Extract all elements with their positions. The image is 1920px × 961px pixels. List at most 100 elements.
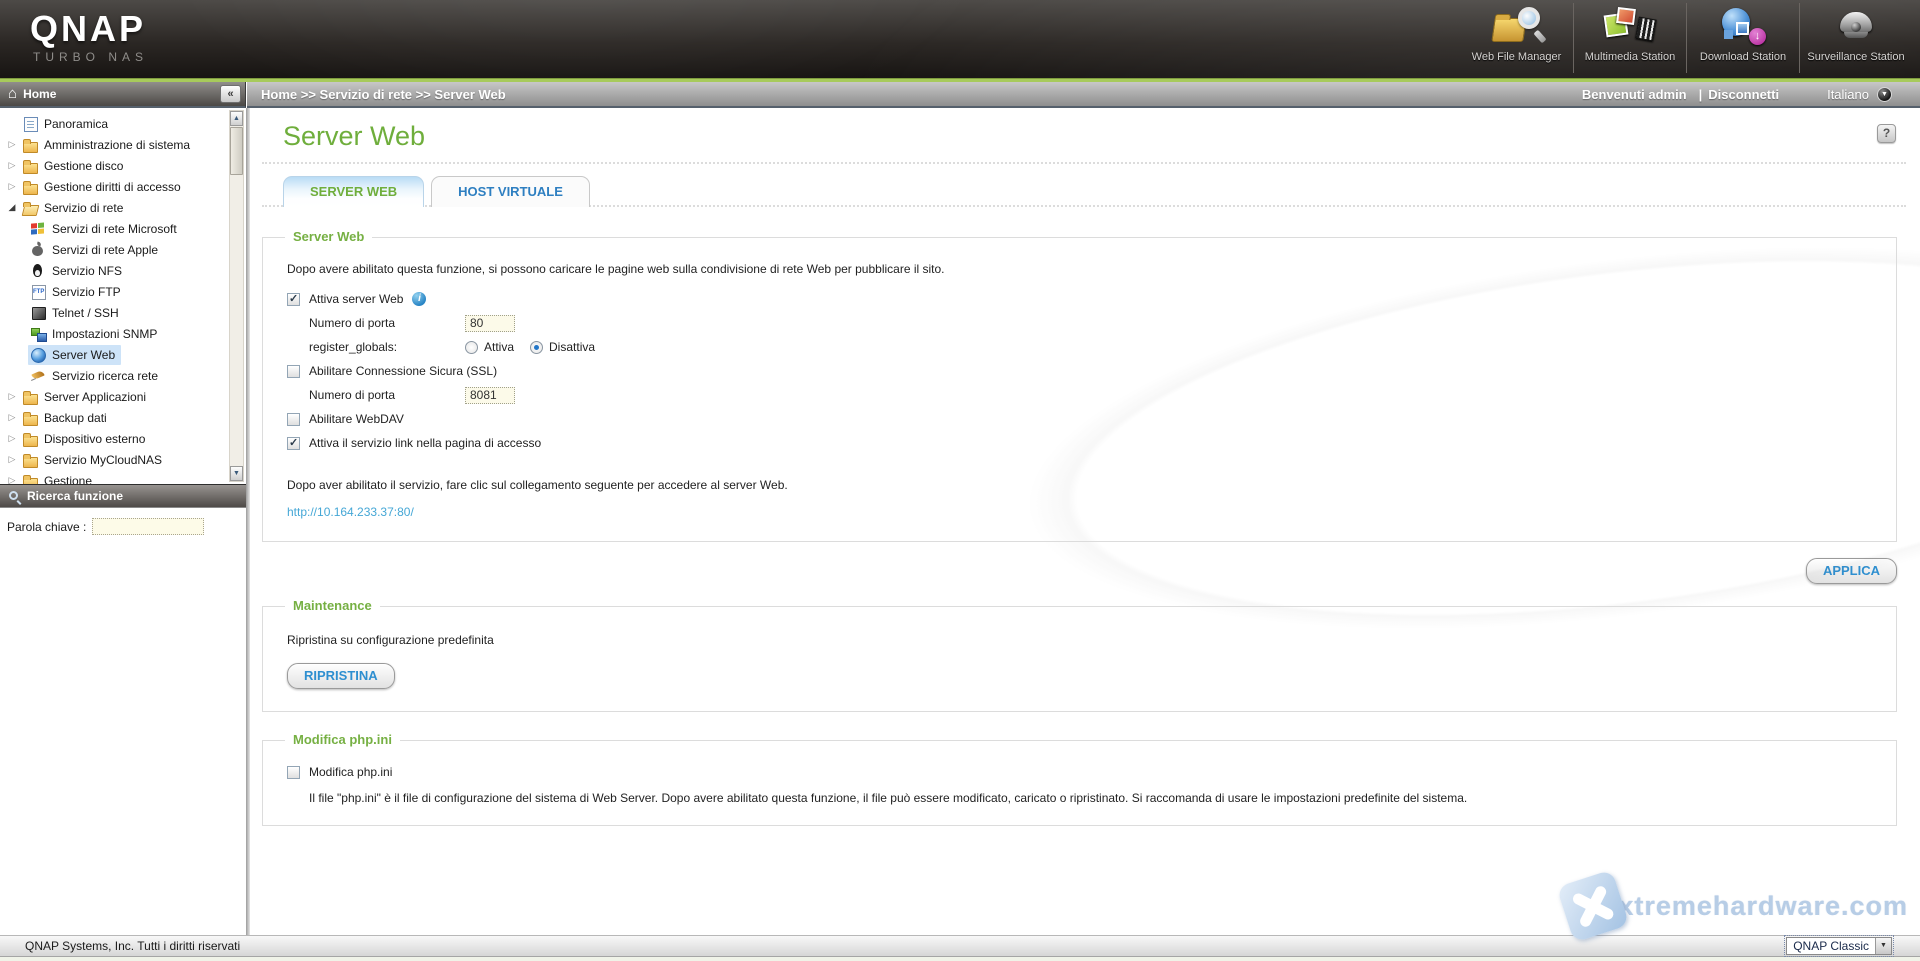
sidebar-item-label: Servizi di rete Microsoft — [52, 222, 177, 236]
tree-collapsed-arrow[interactable]: ▷ — [4, 160, 20, 171]
theme-select[interactable]: QNAP Classic ▼ — [1786, 937, 1892, 955]
apple-icon — [30, 242, 47, 258]
web-server-link[interactable]: http://10.164.233.37:80/ — [287, 505, 414, 519]
server-web-intro: Dopo avere abilitato questa funzione, si… — [287, 262, 1872, 276]
restore-button[interactable]: RIPRISTINA — [287, 663, 395, 689]
tree-collapsed-arrow[interactable]: ▷ — [4, 181, 20, 192]
tab-server-web[interactable]: SERVER WEB — [283, 176, 424, 207]
sidebar-item-impostazioni-snmp[interactable]: Impostazioni SNMP — [0, 323, 246, 344]
tab-bar: SERVER WEB HOST VIRTUALE — [262, 176, 1906, 207]
server-web-section: Server Web Dopo avere abilitato questa f… — [262, 237, 1897, 542]
sidebar-item-gestione[interactable]: ▷ Gestione — [0, 470, 246, 484]
multimedia-station-icon — [1601, 6, 1659, 50]
enable-login-link-label: Attiva il servizio link nella pagina di … — [309, 436, 541, 450]
enable-webdav-checkbox[interactable] — [287, 413, 300, 426]
sidebar-item-servizio-nfs[interactable]: Servizio NFS — [0, 260, 246, 281]
keyword-input[interactable] — [92, 518, 204, 535]
sidebar-item-label: Server Applicazioni — [44, 390, 146, 404]
surveillance-station-icon — [1827, 6, 1885, 50]
sidebar-item-server-applicazioni[interactable]: ▷ Server Applicazioni — [0, 386, 246, 407]
download-station-icon — [1714, 6, 1772, 50]
sidebar: Panoramica▷ Amministrazione di sistema▷ … — [0, 108, 246, 935]
tree-collapsed-arrow[interactable]: ▷ — [4, 475, 20, 484]
sidebar-item-server-web[interactable]: Server Web — [0, 344, 246, 365]
ssl-port-input[interactable] — [465, 387, 515, 404]
welcome-text: Benvenuti admin — [1582, 87, 1687, 102]
sidebar-item-dispositivo-esterno[interactable]: ▷ Dispositivo esterno — [0, 428, 246, 449]
info-icon[interactable] — [412, 292, 426, 306]
radio-attiva[interactable] — [465, 341, 478, 354]
sidebar-header-title: Home — [23, 87, 56, 101]
enable-login-link-checkbox[interactable] — [287, 437, 300, 450]
language-dropdown-icon[interactable]: ▼ — [1877, 87, 1892, 102]
station-label: Surveillance Station — [1800, 51, 1912, 63]
breadcrumb: Home >> Servizio di rete >> Server Web — [261, 87, 506, 102]
windows-icon — [30, 221, 47, 237]
ssl-port-label: Numero di porta — [309, 388, 465, 402]
web-file-manager-icon — [1488, 6, 1546, 50]
maintenance-legend: Maintenance — [285, 598, 380, 613]
server-web-legend: Server Web — [285, 229, 372, 244]
sidebar-item-servizi-di-rete-microsoft[interactable]: Servizi di rete Microsoft — [0, 218, 246, 239]
scrollbar-thumb[interactable] — [230, 127, 243, 175]
station-surveillance-station[interactable]: Surveillance Station — [1799, 3, 1912, 73]
tree-collapsed-arrow[interactable]: ▷ — [4, 139, 20, 150]
scroll-up-button[interactable]: ▲ — [230, 111, 243, 126]
sidebar-item-servizio-ftp[interactable]: Servizio FTP — [0, 281, 246, 302]
logout-link[interactable]: Disconnetti — [1708, 87, 1779, 102]
sidebar-header: ⌂ Home « — [0, 82, 246, 108]
enable-web-server-checkbox[interactable] — [287, 293, 300, 306]
sidebar-item-label: Panoramica — [44, 117, 108, 131]
copyright-text: QNAP Systems, Inc. Tutti i diritti riser… — [25, 939, 240, 953]
sidebar-item-servizio-di-rete[interactable]: ◢ Servizio di rete — [0, 197, 246, 218]
sidebar-item-gestione-disco[interactable]: ▷ Gestione disco — [0, 155, 246, 176]
tree-collapsed-arrow[interactable]: ▷ — [4, 391, 20, 402]
folder-open-icon — [22, 200, 39, 216]
sidebar-item-amministrazione-di-sistema[interactable]: ▷ Amministrazione di sistema — [0, 134, 246, 155]
tree-collapsed-arrow[interactable]: ▷ — [4, 454, 20, 465]
sidebar-item-label: Telnet / SSH — [52, 306, 119, 320]
tree-expanded-arrow[interactable]: ◢ — [4, 202, 20, 213]
station-list: Web File Manager Multimedia Station Down… — [1460, 3, 1912, 73]
sidebar-item-gestione-diritti-di-accesso[interactable]: ▷ Gestione diritti di accesso — [0, 176, 246, 197]
sidebar-item-label: Amministrazione di sistema — [44, 138, 190, 152]
php-ini-checkbox[interactable] — [287, 766, 300, 779]
station-download-station[interactable]: Download Station — [1686, 3, 1799, 73]
enable-webdav-label: Abilitare WebDAV — [309, 412, 404, 426]
enable-ssl-checkbox[interactable] — [287, 365, 300, 378]
main-content: Server Web ? SERVER WEB HOST VIRTUALE Se… — [250, 108, 1920, 935]
theme-select-arrow-icon[interactable]: ▼ — [1875, 938, 1891, 954]
sidebar-collapse-button[interactable]: « — [220, 85, 241, 103]
sidebar-item-label: Servizi di rete Apple — [52, 243, 158, 257]
sidebar-item-label: Server Web — [52, 348, 115, 362]
apply-button[interactable]: APPLICA — [1806, 558, 1897, 584]
navigation-tree: Panoramica▷ Amministrazione di sistema▷ … — [0, 108, 246, 484]
sidebar-item-panoramica[interactable]: Panoramica — [0, 113, 246, 134]
scroll-down-button[interactable]: ▼ — [230, 466, 243, 481]
folder-icon — [22, 137, 39, 153]
app-header: QNAP TURBO NAS Web File Manager Multimed… — [0, 0, 1920, 78]
tab-host-virtuale[interactable]: HOST VIRTUALE — [431, 176, 590, 207]
sidebar-item-servizio-mycloudnas[interactable]: ▷ Servizio MyCloudNAS — [0, 449, 246, 470]
tree-collapsed-arrow[interactable]: ▷ — [4, 433, 20, 444]
sidebar-scrollbar[interactable]: ▲ ▼ — [229, 110, 244, 482]
help-button[interactable]: ? — [1877, 124, 1896, 143]
radio-disattiva-label: Disattiva — [549, 340, 595, 354]
tree-collapsed-arrow[interactable]: ▷ — [4, 412, 20, 423]
footer-bottom-strip — [0, 957, 1920, 961]
radio-disattiva[interactable] — [530, 341, 543, 354]
sidebar-item-telnet-ssh[interactable]: Telnet / SSH — [0, 302, 246, 323]
footer-bar: QNAP Systems, Inc. Tutti i diritti riser… — [0, 935, 1920, 957]
keyword-label: Parola chiave : — [7, 520, 86, 534]
port-input[interactable] — [465, 315, 515, 332]
radio-attiva-label: Attiva — [484, 340, 514, 354]
station-multimedia-station[interactable]: Multimedia Station — [1573, 3, 1686, 73]
sidebar-item-servizio-ricerca-rete[interactable]: Servizio ricerca rete — [0, 365, 246, 386]
sidebar-item-label: Servizio di rete — [44, 201, 123, 215]
station-web-file-manager[interactable]: Web File Manager — [1460, 3, 1573, 73]
sidebar-item-backup-dati[interactable]: ▷ Backup dati — [0, 407, 246, 428]
folder-icon — [22, 473, 39, 485]
port-label: Numero di porta — [309, 316, 465, 330]
php-ini-checkbox-label: Modifica php.ini — [309, 765, 392, 779]
sidebar-item-servizi-di-rete-apple[interactable]: Servizi di rete Apple — [0, 239, 246, 260]
